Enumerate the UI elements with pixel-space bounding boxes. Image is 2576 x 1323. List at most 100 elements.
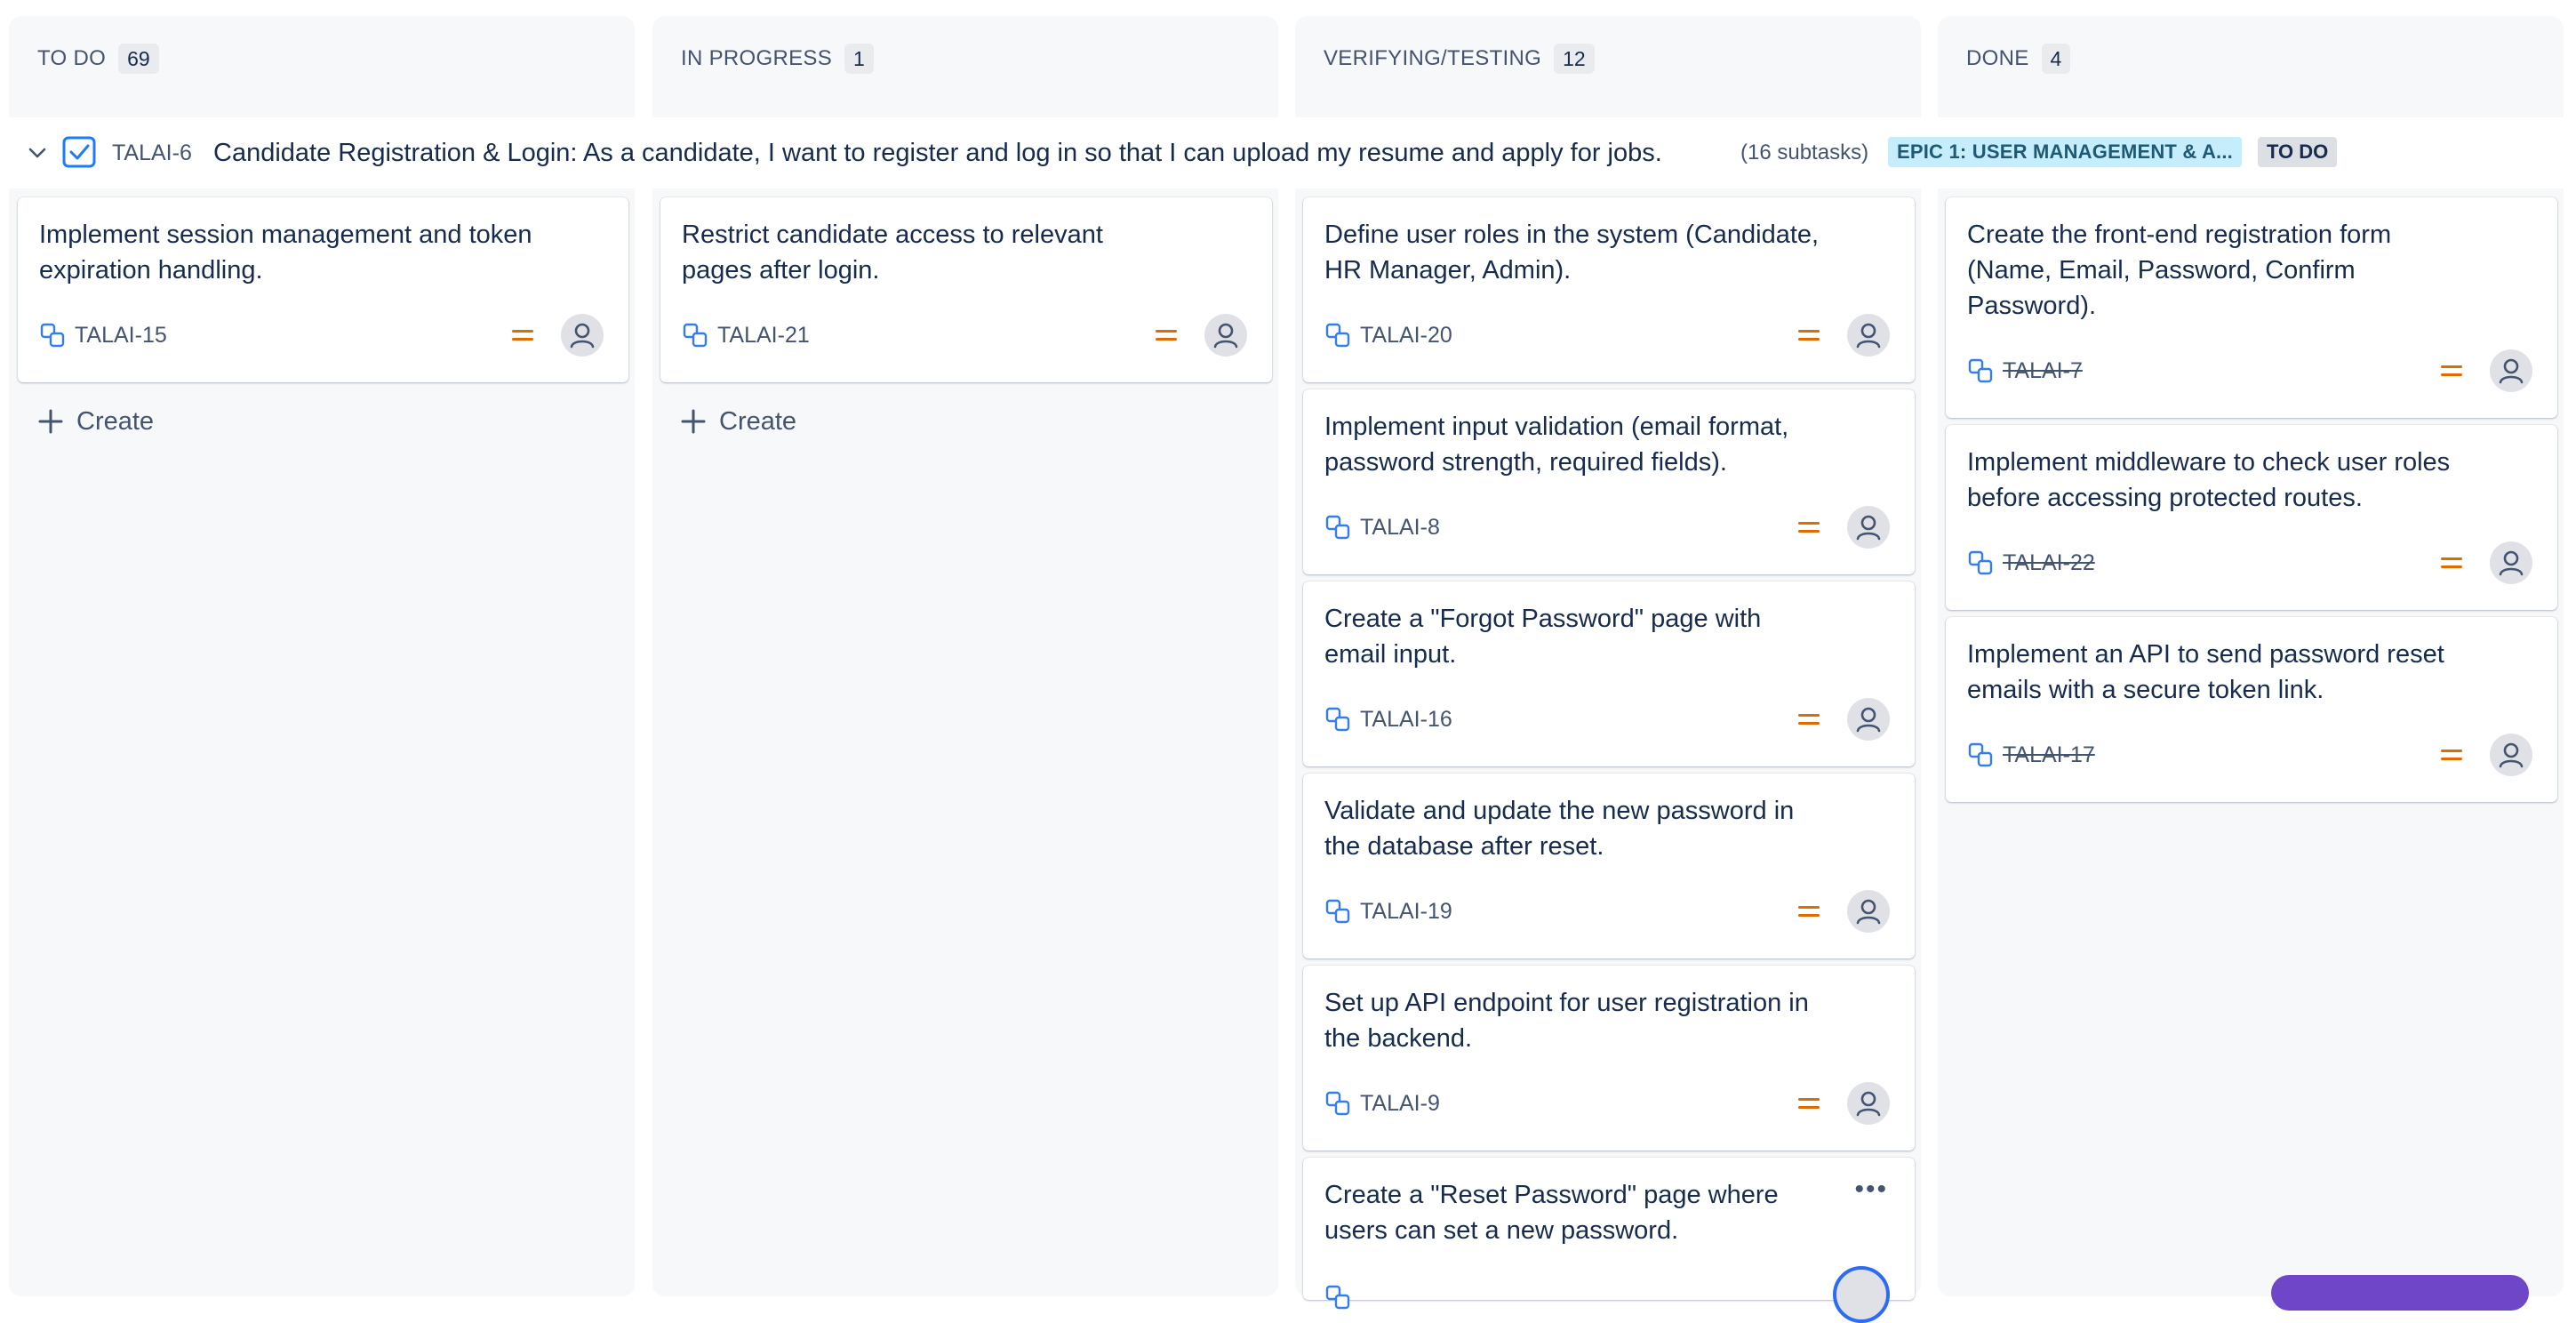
parent-issue-key[interactable]: TALAI-6: [112, 139, 192, 167]
issue-card[interactable]: Restrict candidate access to relevant pa…: [660, 197, 1272, 382]
priority-medium-icon: [1156, 330, 1177, 341]
card-key[interactable]: TALAI-15: [75, 323, 167, 349]
create-button[interactable]: Create: [37, 399, 154, 444]
card-key[interactable]: TALAI-22: [2003, 550, 2095, 576]
card-footer: TALAI-8: [1324, 506, 1890, 549]
subtask-icon: [1325, 323, 1350, 348]
card-footer: TALAI-9: [1324, 1082, 1890, 1125]
user-avatar-icon[interactable]: [2490, 541, 2532, 584]
card-key[interactable]: TALAI-17: [2003, 742, 2095, 768]
create-button[interactable]: Create: [680, 399, 796, 444]
priority-medium-icon: [1798, 714, 1820, 725]
more-actions-icon[interactable]: •••: [1854, 1176, 1888, 1203]
card-summary: Create the front-end registration form (…: [1967, 220, 2392, 320]
card-key[interactable]: TALAI-16: [1360, 707, 1452, 733]
column-header-verifying[interactable]: VERIFYING/TESTING 12: [1295, 16, 1921, 101]
card-summary: Validate and update the new password in …: [1324, 797, 1795, 861]
subtask-icon: [40, 323, 65, 348]
issue-card-hovered[interactable]: Create a "Reset Password" page where use…: [1303, 1158, 1915, 1323]
subtask-icon: [1325, 515, 1350, 540]
card-summary: Set up API endpoint for user registratio…: [1324, 989, 1809, 1053]
card-footer: TALAI-15: [39, 314, 604, 357]
card-summary: Create a "Reset Password" page where use…: [1324, 1181, 1779, 1245]
priority-medium-icon: [1798, 1098, 1820, 1109]
card-footer: TALAI-22: [1967, 541, 2532, 584]
issue-card[interactable]: Implement input validation (email format…: [1303, 389, 1915, 574]
plus-icon: [681, 409, 706, 434]
user-avatar-icon[interactable]: [1847, 314, 1890, 357]
card-key[interactable]: TALAI-7: [2003, 358, 2083, 384]
user-avatar-icon[interactable]: [561, 314, 604, 357]
card-footer: TALAI-21: [682, 314, 1247, 357]
subtask-icon: [1968, 358, 1993, 383]
parent-issue-summary[interactable]: Candidate Registration & Login: As a can…: [213, 137, 1662, 169]
issue-card[interactable]: Define user roles in the system (Candida…: [1303, 197, 1915, 382]
create-label: Create: [719, 406, 797, 436]
user-avatar-icon[interactable]: [1847, 506, 1890, 549]
priority-medium-icon: [1798, 330, 1820, 341]
card-key[interactable]: TALAI-9: [1360, 1091, 1440, 1117]
checkbox-story-icon: [62, 136, 96, 168]
subtask-icon: [1325, 899, 1350, 924]
column-count: 12: [1554, 44, 1595, 74]
card-footer: TALAI-17: [1967, 734, 2532, 776]
column-header-in-progress[interactable]: IN PROGRESS 1: [652, 16, 1278, 101]
card-summary: Implement input validation (email format…: [1324, 413, 1789, 477]
subtask-icon: [683, 323, 708, 348]
subtask-count: (16 subtasks): [1740, 140, 1869, 164]
card-key[interactable]: TALAI-19: [1360, 899, 1452, 925]
issue-card[interactable]: Set up API endpoint for user registratio…: [1303, 966, 1915, 1151]
issue-card[interactable]: Implement middleware to check user roles…: [1946, 425, 2557, 610]
column-header-todo[interactable]: TO DO 69: [9, 16, 635, 101]
chevron-down-icon[interactable]: [25, 140, 50, 165]
swimlane-header[interactable]: TALAI-6 Candidate Registration & Login: …: [0, 117, 2576, 188]
create-label: Create: [76, 406, 155, 436]
user-avatar-icon[interactable]: [1847, 698, 1890, 741]
card-footer: TALAI-20: [1324, 314, 1890, 357]
plus-icon: [38, 409, 63, 434]
card-summary: Define user roles in the system (Candida…: [1324, 220, 1820, 285]
column-count: 1: [844, 44, 874, 74]
card-footer: TALAI-19: [1324, 890, 1890, 933]
priority-medium-icon: [1798, 522, 1820, 533]
card-key[interactable]: TALAI-21: [717, 323, 810, 349]
subtask-icon: [1968, 742, 1993, 767]
issue-card[interactable]: Implement an API to send password reset …: [1946, 617, 2557, 802]
card-footer: TALAI-7: [1967, 349, 2532, 392]
priority-medium-icon: [1798, 906, 1820, 917]
column-title: DONE: [1966, 46, 2029, 70]
priority-medium-icon: [2441, 365, 2462, 376]
subtask-icon: [1968, 550, 1993, 575]
issue-card[interactable]: Create a "Forgot Password" page with ema…: [1303, 581, 1915, 766]
priority-medium-icon: [2441, 557, 2462, 568]
issue-card[interactable]: Create the front-end registration form (…: [1946, 197, 2557, 418]
column-header-done[interactable]: DONE 4: [1938, 16, 2564, 101]
epic-lozenge[interactable]: EPIC 1: USER MANAGEMENT & A...: [1888, 137, 2242, 167]
issue-card[interactable]: Validate and update the new password in …: [1303, 774, 1915, 958]
floating-action-button[interactable]: [2271, 1275, 2529, 1311]
subtask-icon: [1325, 707, 1350, 732]
card-footer: TALAI-16: [1324, 698, 1890, 741]
card-summary: Restrict candidate access to relevant pa…: [682, 220, 1103, 285]
card-summary: Implement middleware to check user roles…: [1967, 448, 2451, 512]
user-avatar-icon[interactable]: [2490, 349, 2532, 392]
user-avatar-icon[interactable]: [1847, 1082, 1890, 1125]
subtask-icon: [1325, 1285, 1350, 1310]
column-title: VERIFYING/TESTING: [1324, 46, 1542, 70]
user-avatar-icon[interactable]: [2490, 734, 2532, 776]
column-title: TO DO: [37, 46, 107, 70]
status-lozenge: TO DO: [2258, 137, 2338, 167]
user-avatar-icon[interactable]: [1847, 890, 1890, 933]
user-avatar-icon[interactable]: [1204, 314, 1247, 357]
user-avatar-icon[interactable]: [1833, 1266, 1890, 1323]
card-key[interactable]: TALAI-8: [1360, 515, 1440, 541]
priority-medium-icon: [512, 330, 533, 341]
subtask-icon: [1325, 1091, 1350, 1116]
card-summary: Implement an API to send password reset …: [1967, 640, 2444, 704]
card-summary: Create a "Forgot Password" page with ema…: [1324, 605, 1762, 669]
column-count: 69: [118, 44, 159, 74]
column-count: 4: [2041, 44, 2071, 74]
card-key[interactable]: TALAI-20: [1360, 323, 1452, 349]
card-summary: Implement session management and token e…: [39, 220, 532, 285]
issue-card[interactable]: Implement session management and token e…: [18, 197, 628, 382]
